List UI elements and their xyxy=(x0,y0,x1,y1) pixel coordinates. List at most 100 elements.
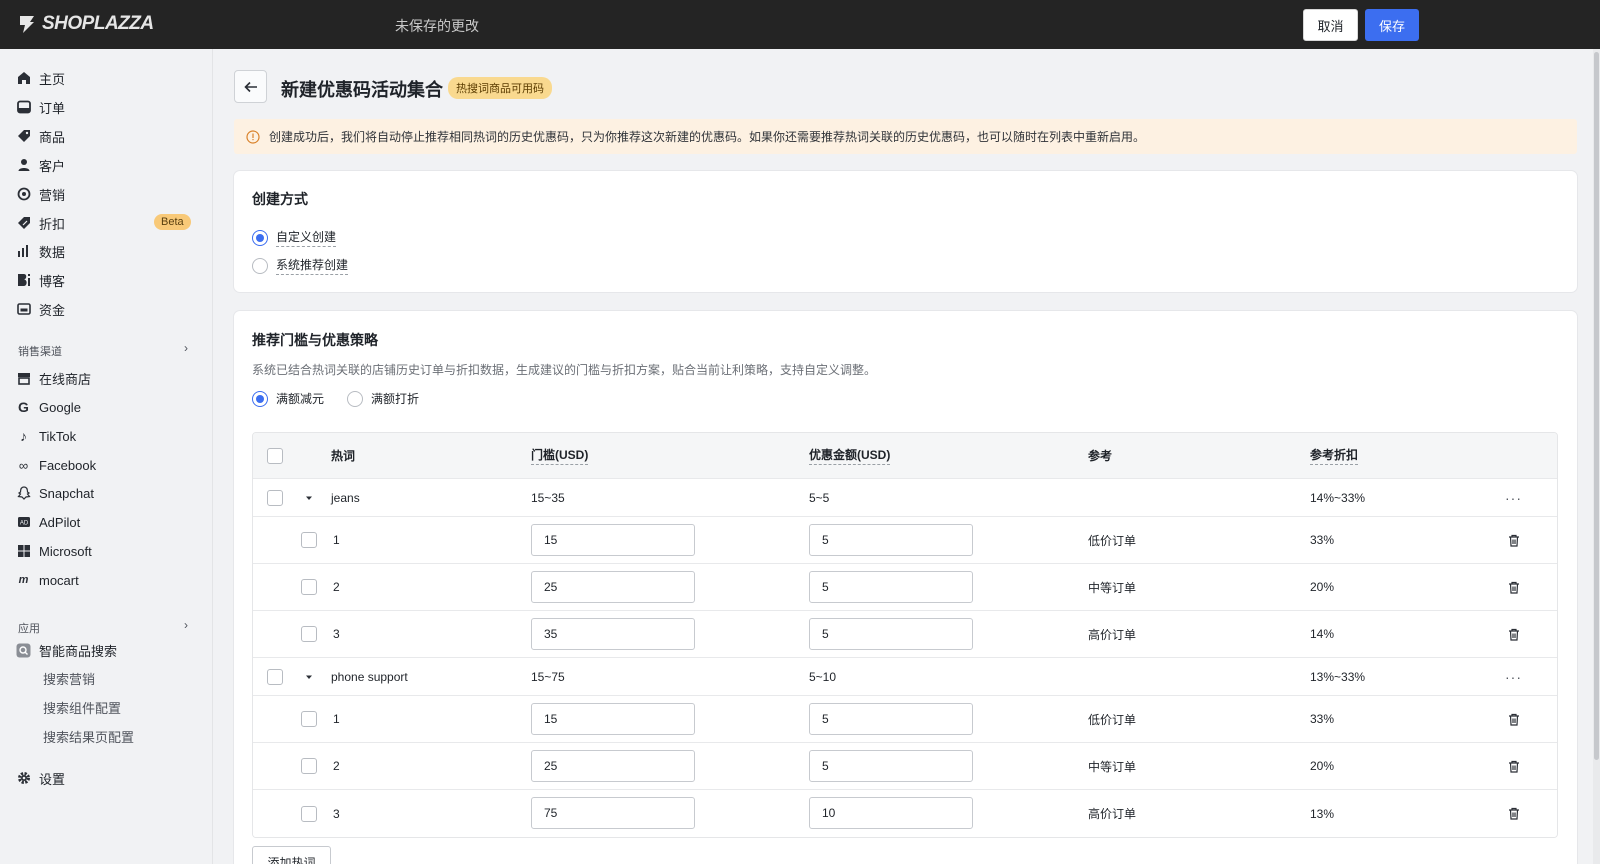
beta-badge: Beta xyxy=(154,214,191,230)
trash-icon[interactable] xyxy=(1508,760,1520,773)
discount-text: 14% xyxy=(1310,627,1335,641)
sidebar-item-label: 折扣 xyxy=(39,216,66,232)
radio-amount-off[interactable]: 满额减元 xyxy=(252,390,324,407)
sidebar-item-label: 商品 xyxy=(39,129,66,145)
sidebar-item-finance[interactable]: 资金 xyxy=(16,298,196,320)
sidebar-item-snapchat[interactable]: Snapchat xyxy=(16,482,196,504)
discount-text: 33% xyxy=(1310,712,1335,726)
threshold-range: 15~35 xyxy=(531,490,565,505)
sidebar-item-products[interactable]: 商品 xyxy=(16,125,196,147)
threshold-input[interactable]: 75 xyxy=(531,797,695,829)
radio-custom-create[interactable]: 自定义创建 xyxy=(252,228,337,247)
tier-index: 2 xyxy=(333,759,340,773)
sidebar-item-blog[interactable]: 博客 xyxy=(16,269,196,291)
sidebar-item-tiktok[interactable]: ♪ TikTok xyxy=(16,425,196,447)
sidebar-item-analytics[interactable]: 数据 xyxy=(16,240,196,262)
sidebar-item-microsoft[interactable]: Microsoft xyxy=(16,540,196,562)
row-checkbox[interactable] xyxy=(301,805,317,822)
sidebar-item-settings[interactable]: 设置 xyxy=(16,767,196,789)
sidebar-item-customers[interactable]: 客户 xyxy=(16,154,196,176)
sales-channels-label: 销售渠道 xyxy=(18,346,62,358)
threshold-input[interactable]: 15 xyxy=(531,703,695,735)
sidebar-item-marketing[interactable]: 营销 xyxy=(16,183,196,205)
radio-system-create[interactable]: 系统推荐创建 xyxy=(252,256,349,275)
amount-input[interactable]: 10 xyxy=(809,797,973,829)
discount-text: 20% xyxy=(1310,580,1335,594)
sidebar-subitem-search-widget[interactable]: 搜索组件配置 xyxy=(43,698,121,717)
amount-input[interactable]: 5 xyxy=(809,571,973,603)
threshold-input[interactable]: 25 xyxy=(531,750,695,782)
sidebar-item-smart-search[interactable]: 智能商品搜索 xyxy=(16,639,196,661)
sidebar-item-google[interactable]: G Google xyxy=(16,396,196,418)
radio-button[interactable] xyxy=(252,229,268,246)
amount-input[interactable]: 5 xyxy=(809,524,973,556)
row-checkbox[interactable] xyxy=(301,532,317,548)
trash-icon[interactable] xyxy=(1508,628,1520,641)
radio-percent-off[interactable]: 满额打折 xyxy=(347,390,419,407)
title-badge: 热搜词商品可用码 xyxy=(448,77,552,99)
more-options-icon[interactable]: ··· xyxy=(1505,490,1522,506)
row-checkbox[interactable] xyxy=(301,711,317,727)
row-checkbox[interactable] xyxy=(267,489,283,506)
threshold-input[interactable]: 25 xyxy=(531,571,695,603)
sidebar-item-online-store[interactable]: 在线商店 xyxy=(16,367,196,389)
chevron-right-icon[interactable]: › xyxy=(184,341,188,355)
discount-range: 14%~33% xyxy=(1310,490,1366,505)
sidebar-subitem-search-marketing[interactable]: 搜索营销 xyxy=(43,669,95,688)
sidebar-item-label: mocart xyxy=(39,572,79,588)
sidebar-item-discounts[interactable]: 折扣 Beta xyxy=(16,212,196,234)
radio-label: 满额打折 xyxy=(371,392,420,406)
back-button[interactable] xyxy=(234,70,267,103)
home-icon xyxy=(16,71,31,86)
sidebar-item-orders[interactable]: 订单 xyxy=(16,96,196,118)
radio-button[interactable] xyxy=(252,390,268,407)
sidebar-item-home[interactable]: 主页 xyxy=(16,67,196,89)
amount-input[interactable]: 5 xyxy=(809,703,973,735)
more-options-icon[interactable]: ··· xyxy=(1505,669,1522,685)
caret-down-icon[interactable] xyxy=(304,672,314,682)
sidebar-item-facebook[interactable]: ∞ Facebook xyxy=(16,454,196,476)
radio-button[interactable] xyxy=(347,390,363,407)
chevron-right-icon[interactable]: › xyxy=(184,618,188,632)
sidebar-item-label: Facebook xyxy=(39,457,97,473)
logo-icon xyxy=(20,16,34,33)
caret-down-icon[interactable] xyxy=(304,493,314,503)
radio-label: 系统推荐创建 xyxy=(276,256,349,275)
sidebar-item-label: 主页 xyxy=(39,71,66,87)
row-checkbox[interactable] xyxy=(301,579,317,595)
trash-icon[interactable] xyxy=(1508,807,1520,820)
table-row: 1 15 5 低价订单 33% xyxy=(253,517,1557,564)
trash-icon[interactable] xyxy=(1508,581,1520,594)
scrollbar-thumb[interactable] xyxy=(1594,52,1599,760)
sidebar-item-label: Microsoft xyxy=(39,543,92,559)
select-all-checkbox[interactable] xyxy=(267,447,283,464)
table-row: 2 25 5 中等订单 20% xyxy=(253,743,1557,790)
cancel-button[interactable]: 取消 xyxy=(1303,9,1358,41)
threshold-input[interactable]: 15 xyxy=(531,524,695,556)
shoplazza-logo[interactable]: SHOPLAZZA xyxy=(17,13,154,35)
row-checkbox[interactable] xyxy=(301,758,317,774)
trash-icon[interactable] xyxy=(1508,713,1520,726)
header-amount: 优惠金额(USD) xyxy=(809,446,891,465)
save-button[interactable]: 保存 xyxy=(1365,9,1419,41)
keyword-text: phone support xyxy=(331,669,408,684)
add-keyword-button[interactable]: 添加热词 xyxy=(252,846,331,864)
sidebar-item-adpilot[interactable]: AD AdPilot xyxy=(16,511,196,533)
row-checkbox[interactable] xyxy=(301,626,317,642)
table-row: 1 15 5 低价订单 33% xyxy=(253,696,1557,743)
reference-text: 高价订单 xyxy=(1088,807,1137,821)
reference-text: 中等订单 xyxy=(1088,759,1137,774)
strategy-title: 推荐门槛与优惠策略 xyxy=(252,332,378,348)
amount-input[interactable]: 5 xyxy=(809,750,973,782)
tier-index: 1 xyxy=(333,712,340,726)
sidebar-item-mocart[interactable]: m mocart xyxy=(16,569,196,591)
sidebar-subitem-search-results[interactable]: 搜索结果页配置 xyxy=(43,727,134,746)
radio-button[interactable] xyxy=(252,257,268,274)
logo-text: SHOPLAZZA xyxy=(42,13,154,34)
discount-icon xyxy=(16,216,31,231)
microsoft-icon xyxy=(16,544,31,559)
row-checkbox[interactable] xyxy=(267,668,283,685)
threshold-input[interactable]: 35 xyxy=(531,618,695,650)
trash-icon[interactable] xyxy=(1508,534,1520,547)
amount-input[interactable]: 5 xyxy=(809,618,973,650)
